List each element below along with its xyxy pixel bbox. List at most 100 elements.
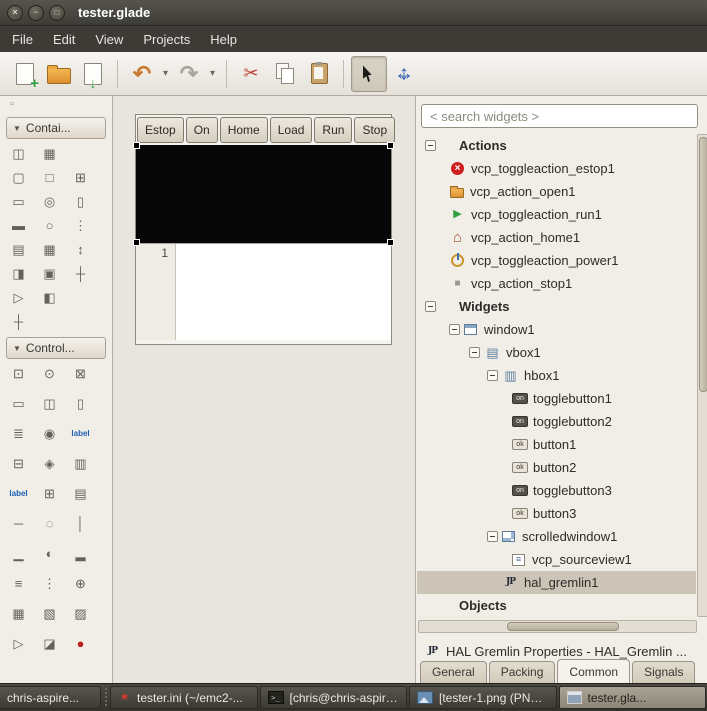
palette-icon[interactable]: ▨ bbox=[72, 607, 89, 620]
palette-icon[interactable]: ◉ bbox=[41, 427, 58, 440]
palette-icon[interactable]: ⋮ bbox=[41, 577, 58, 590]
palette-icon[interactable]: ◫ bbox=[10, 147, 27, 160]
design-togglebutton-on[interactable]: On bbox=[186, 117, 218, 143]
palette-icon[interactable]: │ bbox=[72, 517, 89, 530]
palette-icon[interactable]: ⊞ bbox=[72, 171, 89, 184]
redo-button[interactable] bbox=[172, 57, 206, 91]
palette-icon[interactable]: ┼ bbox=[10, 315, 27, 328]
tree-row[interactable]: vbox1 bbox=[417, 341, 696, 364]
design-togglebutton-run[interactable]: Run bbox=[314, 117, 352, 143]
tree-vertical-scrollbar[interactable] bbox=[697, 134, 707, 617]
collapse-icon[interactable] bbox=[469, 347, 480, 358]
collapse-icon[interactable] bbox=[425, 140, 436, 151]
taskbar-item[interactable]: tester.ini (~/emc2-... bbox=[110, 686, 258, 709]
sourceview-text-area[interactable] bbox=[176, 244, 391, 340]
menu-projects[interactable]: Projects bbox=[133, 28, 200, 51]
palette-icon[interactable]: ▢ bbox=[10, 171, 27, 184]
tree-row[interactable]: vcp_action_home1 bbox=[417, 226, 696, 249]
minimize-icon[interactable] bbox=[28, 5, 44, 21]
palette-section-containers[interactable]: ▼ Contai... bbox=[6, 117, 106, 139]
palette-icon[interactable]: ▦ bbox=[41, 147, 58, 160]
palette-icon[interactable]: ▭ bbox=[10, 397, 27, 410]
tab-packing[interactable]: Packing bbox=[489, 661, 556, 683]
palette-icon[interactable]: ▭ bbox=[10, 195, 27, 208]
open-project-button[interactable] bbox=[42, 57, 76, 91]
palette-icon[interactable]: ▁ bbox=[10, 547, 27, 560]
tree-row[interactable]: togglebutton1 bbox=[417, 387, 696, 410]
tree-row[interactable]: vcp_action_open1 bbox=[417, 180, 696, 203]
palette-icon[interactable]: ◨ bbox=[10, 267, 27, 280]
tree-row[interactable]: togglebutton3 bbox=[417, 479, 696, 502]
palette-icon[interactable]: ▥ bbox=[72, 457, 89, 470]
save-project-button[interactable] bbox=[76, 57, 110, 91]
tree-row[interactable]: window1 bbox=[417, 318, 696, 341]
tree-row[interactable]: vcp_sourceview1 bbox=[417, 548, 696, 571]
tab-signals[interactable]: Signals bbox=[632, 661, 695, 683]
tree-row-objects[interactable]: Objects bbox=[417, 594, 696, 617]
tree-horizontal-scrollbar[interactable] bbox=[418, 620, 697, 633]
palette-icon[interactable]: ▯ bbox=[72, 195, 89, 208]
palette-icon[interactable]: ↕ bbox=[72, 243, 89, 256]
palette-icon[interactable]: ▦ bbox=[41, 243, 58, 256]
tree-row-actions[interactable]: Actions bbox=[417, 134, 696, 157]
tree-row[interactable]: scrolledwindow1 bbox=[417, 525, 696, 548]
palette-icon[interactable]: ≡ bbox=[10, 577, 27, 590]
taskbar-item[interactable]: [chris@chris-aspire... bbox=[260, 686, 408, 709]
palette-icon[interactable]: ◐ bbox=[41, 547, 58, 560]
palette-icon[interactable]: ┼ bbox=[72, 267, 89, 280]
palette-icon[interactable]: ⊞ bbox=[41, 487, 58, 500]
undo-dropdown-button[interactable] bbox=[159, 59, 172, 89]
taskbar-item[interactable]: chris-aspire... bbox=[0, 686, 101, 709]
menu-help[interactable]: Help bbox=[200, 28, 247, 51]
new-project-button[interactable] bbox=[8, 57, 42, 91]
palette-icon[interactable]: ◎ bbox=[41, 195, 58, 208]
design-button-stop[interactable]: Stop bbox=[354, 117, 395, 143]
tree-row[interactable]: button2 bbox=[417, 456, 696, 479]
selection-handle[interactable] bbox=[387, 142, 394, 149]
palette-icon[interactable]: ⊟ bbox=[10, 457, 27, 470]
scrollbar-thumb[interactable] bbox=[699, 137, 707, 392]
palette-section-controls[interactable]: ▼ Control... bbox=[6, 337, 106, 359]
tree-row[interactable]: vcp_toggleaction_run1 bbox=[417, 203, 696, 226]
maximize-icon[interactable] bbox=[49, 5, 65, 21]
tree-row[interactable]: button1 bbox=[417, 433, 696, 456]
palette-icon[interactable]: ≣ bbox=[10, 427, 27, 440]
cut-button[interactable] bbox=[234, 57, 268, 91]
tree-row-widgets[interactable]: Widgets bbox=[417, 295, 696, 318]
palette-icon[interactable]: ▧ bbox=[41, 607, 58, 620]
scrollbar-thumb[interactable] bbox=[507, 622, 619, 631]
taskbar-item-active[interactable]: tester.gla... bbox=[559, 686, 707, 709]
palette-icon[interactable]: ▷ bbox=[10, 637, 27, 650]
palette-icon[interactable]: ▣ bbox=[41, 267, 58, 280]
palette-icon[interactable]: ▷ bbox=[10, 291, 27, 304]
collapse-icon[interactable] bbox=[487, 531, 498, 542]
palette-icon[interactable]: ◫ bbox=[41, 397, 58, 410]
tree-row[interactable]: togglebutton2 bbox=[417, 410, 696, 433]
palette-icon[interactable]: ● bbox=[72, 637, 89, 650]
collapse-icon[interactable] bbox=[425, 301, 436, 312]
search-input[interactable]: < search widgets > bbox=[421, 104, 698, 128]
menu-view[interactable]: View bbox=[85, 28, 133, 51]
drag-resize-tool-button[interactable] bbox=[387, 57, 421, 91]
palette-icon[interactable]: ⊙ bbox=[41, 367, 58, 380]
tree-row-selected[interactable]: hal_gremlin1 bbox=[417, 571, 696, 594]
palette-icon[interactable]: ⊠ bbox=[72, 367, 89, 380]
palette-icon[interactable]: ◪ bbox=[41, 637, 58, 650]
palette-icon[interactable]: label bbox=[10, 487, 27, 500]
menu-edit[interactable]: Edit bbox=[43, 28, 85, 51]
palette-icon[interactable]: ▂ bbox=[72, 547, 89, 560]
tab-common[interactable]: Common bbox=[557, 659, 630, 683]
selection-handle[interactable] bbox=[133, 239, 140, 246]
select-tool-button[interactable] bbox=[351, 56, 387, 92]
tree-row[interactable]: hbox1 bbox=[417, 364, 696, 387]
undo-button[interactable] bbox=[125, 57, 159, 91]
palette-icon[interactable]: ○ bbox=[41, 219, 58, 232]
design-window[interactable]: Estop On Home Load Run Stop 1 bbox=[135, 114, 392, 345]
taskbar-handle[interactable] bbox=[103, 688, 108, 707]
palette-icon[interactable]: □ bbox=[41, 171, 58, 184]
paste-button[interactable] bbox=[302, 57, 336, 91]
tree-row[interactable]: vcp_toggleaction_estop1 bbox=[417, 157, 696, 180]
palette-icon[interactable]: ◌ bbox=[41, 517, 58, 530]
palette-icon[interactable]: ⊡ bbox=[10, 367, 27, 380]
tree-row[interactable]: vcp_toggleaction_power1 bbox=[417, 249, 696, 272]
